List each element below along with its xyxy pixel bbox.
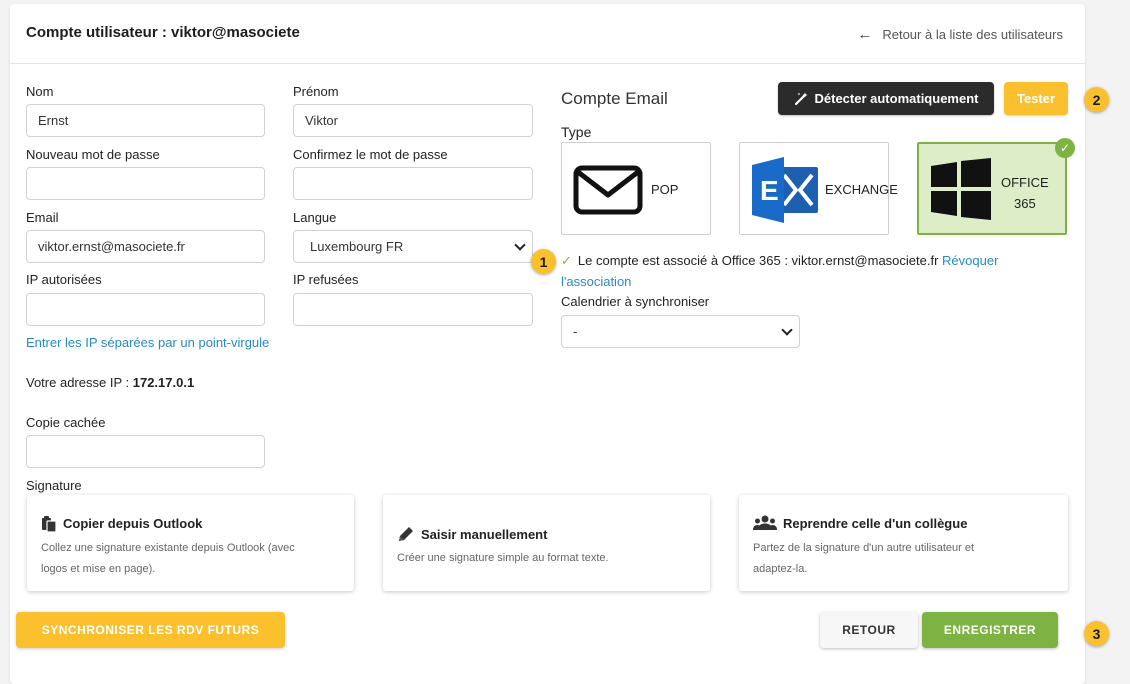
office-label-line2: 365 [1013, 196, 1036, 211]
chevron-down-icon [514, 239, 526, 251]
type-exchange-label: EXCHANGE [825, 182, 898, 197]
colleague-title-text: Reprendre celle d'un collègue [783, 515, 968, 531]
step-badge-2: 2 [1084, 87, 1109, 112]
office-label-line1: OFFICE [1001, 175, 1049, 190]
signature-option-manual-title: Saisir manuellement [397, 525, 547, 543]
manual-title-text: Saisir manuellement [421, 526, 548, 542]
test-button[interactable]: Tester [1004, 82, 1068, 115]
envelope-icon [573, 165, 643, 215]
windows-logo-icon [931, 158, 991, 220]
clipboard-icon [42, 516, 57, 532]
outlook-desc-line1: Collez une signature existante depuis Ou… [41, 542, 295, 554]
pencil-icon [399, 527, 413, 541]
type-exchange-option[interactable]: E EXCHANGE [739, 142, 898, 235]
signature-option-manual[interactable]: Saisir manuellement Créer une signature … [383, 495, 710, 591]
arrow-left-icon: ← [857, 26, 873, 43]
signature-option-outlook-desc: Collez une signature existante depuis Ou… [41, 538, 295, 580]
ip-refused-input[interactable] [293, 293, 533, 326]
bcc-label: Copie cachée [26, 415, 106, 430]
users-icon [753, 515, 777, 530]
sync-future-appointments-button[interactable]: SYNCHRONISER LES RDV FUTURS [16, 612, 285, 648]
page-title: Compte utilisateur : viktor@masociete [26, 24, 300, 41]
langue-label: Langue [293, 210, 337, 225]
detect-auto-button[interactable]: Détecter automatiquement [778, 82, 994, 115]
association-status-text: Le compte est associé à Office 365 : vik… [577, 253, 939, 268]
confirm-password-input[interactable] [293, 167, 533, 200]
colleague-desc-line1: Partez de la signature d'un autre utilis… [753, 542, 975, 554]
colleague-desc-line2: adaptez-la. [753, 563, 808, 575]
check-icon: ✓ [561, 253, 572, 268]
type-office365-option[interactable]: OFFICE 365 [917, 142, 1067, 235]
ip-address-value: 172.17.0.1 [132, 375, 195, 390]
chevron-down-icon [781, 324, 793, 336]
email-input[interactable]: viktor.ernst@masociete.fr [26, 230, 265, 263]
nom-label: Nom [26, 84, 54, 99]
type-pop-option[interactable]: POP [561, 142, 711, 235]
new-password-label: Nouveau mot de passe [26, 147, 160, 162]
calendar-label: Calendrier à synchroniser [561, 294, 710, 309]
ip-hint-link[interactable]: Entrer les IP séparées par un point-virg… [26, 335, 269, 350]
type-label: Type [561, 124, 592, 140]
step-badge-3: 3 [1084, 621, 1109, 646]
signature-option-outlook[interactable]: Copier depuis Outlook Collez une signatu… [27, 495, 354, 591]
type-pop-label: POP [651, 182, 679, 197]
calendar-select[interactable]: - [561, 315, 800, 348]
prenom-label: Prénom [293, 84, 339, 99]
calendar-selected-value: - [573, 324, 578, 339]
prenom-input[interactable]: Viktor [293, 104, 533, 137]
save-button[interactable]: ENREGISTRER [922, 612, 1058, 648]
nom-input[interactable]: Ernst [26, 104, 265, 137]
signature-option-colleague-desc: Partez de la signature d'un autre utilis… [753, 538, 974, 580]
outlook-title-text: Copier depuis Outlook [63, 516, 203, 531]
langue-select[interactable]: Luxembourg FR [293, 230, 533, 263]
signature-option-colleague-title: Reprendre celle d'un collègue [753, 515, 967, 531]
magic-wand-icon [794, 92, 807, 105]
ip-address-line: Votre adresse IP : 172.17.0.1 [26, 375, 194, 390]
detect-auto-label: Détecter automatiquement [814, 91, 979, 106]
back-to-list-link[interactable]: ← Retour à la liste des utilisateurs [857, 26, 1063, 43]
association-status: ✓ Le compte est associé à Office 365 : vi… [561, 250, 1041, 292]
signature-option-colleague[interactable]: Reprendre celle d'un collègue Partez de … [739, 495, 1068, 591]
new-password-input[interactable] [26, 167, 265, 200]
confirm-password-label: Confirmez le mot de passe [293, 147, 448, 162]
svg-text:E: E [760, 175, 779, 206]
ip-allowed-input[interactable] [26, 293, 265, 326]
card-header: Compte utilisateur : viktor@masociete ← … [10, 4, 1085, 64]
ip-address-label: Votre adresse IP : [26, 375, 130, 390]
email-label: Email [26, 210, 59, 225]
selected-check-icon: ✓ [1055, 138, 1075, 158]
ip-allowed-label: IP autorisées [26, 272, 102, 287]
type-office365-label: OFFICE 365 [1001, 172, 1049, 214]
bcc-input[interactable] [26, 435, 265, 468]
signature-label: Signature [26, 478, 82, 493]
signature-option-manual-desc: Créer une signature simple au format tex… [397, 552, 609, 564]
back-to-list-label: Retour à la liste des utilisateurs [882, 27, 1063, 42]
langue-selected-value: Luxembourg FR [310, 239, 404, 254]
back-button[interactable]: RETOUR [820, 612, 918, 648]
exchange-logo-icon: E [752, 157, 818, 223]
ip-refused-label: IP refusées [293, 272, 359, 287]
outlook-desc-line2: logos et mise en page). [41, 563, 156, 575]
step-badge-1: 1 [531, 249, 556, 274]
signature-option-outlook-title: Copier depuis Outlook [41, 515, 202, 532]
email-account-title: Compte Email [561, 89, 668, 108]
